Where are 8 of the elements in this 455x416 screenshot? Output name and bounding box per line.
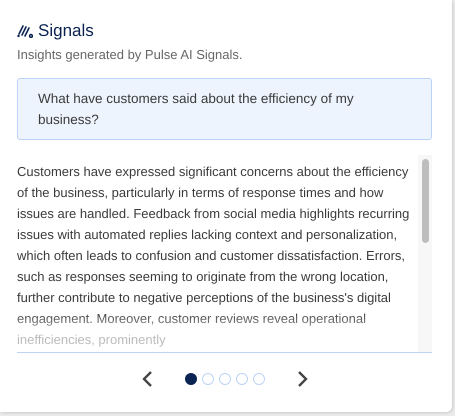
card-title: Signals xyxy=(38,20,94,42)
question-box: What have customers said about the efficiency of my business? xyxy=(17,78,432,140)
answer-text: Customers have expressed significant concerns about the efficiency of the business, particularly in terms of response times and how issues are handled. Feedback from social media highlights recurring issues with automated replies lacking context and personalization, which often leads to confusion and customer dissatisfaction. Errors, such as responses seeming to originate from the wrong location, further contribute to negative perceptions of the business's digital engagement. Moreover, customer reviews reveal operational inefficiencies, prominently xyxy=(17,162,410,349)
card-subtitle: Insights generated by Pulse AI Signals. xyxy=(17,46,244,64)
scrollbar-thumb[interactable] xyxy=(422,158,428,242)
signal-icon xyxy=(17,24,33,38)
chevron-right-icon xyxy=(296,370,308,388)
chevron-left-icon xyxy=(140,370,152,388)
